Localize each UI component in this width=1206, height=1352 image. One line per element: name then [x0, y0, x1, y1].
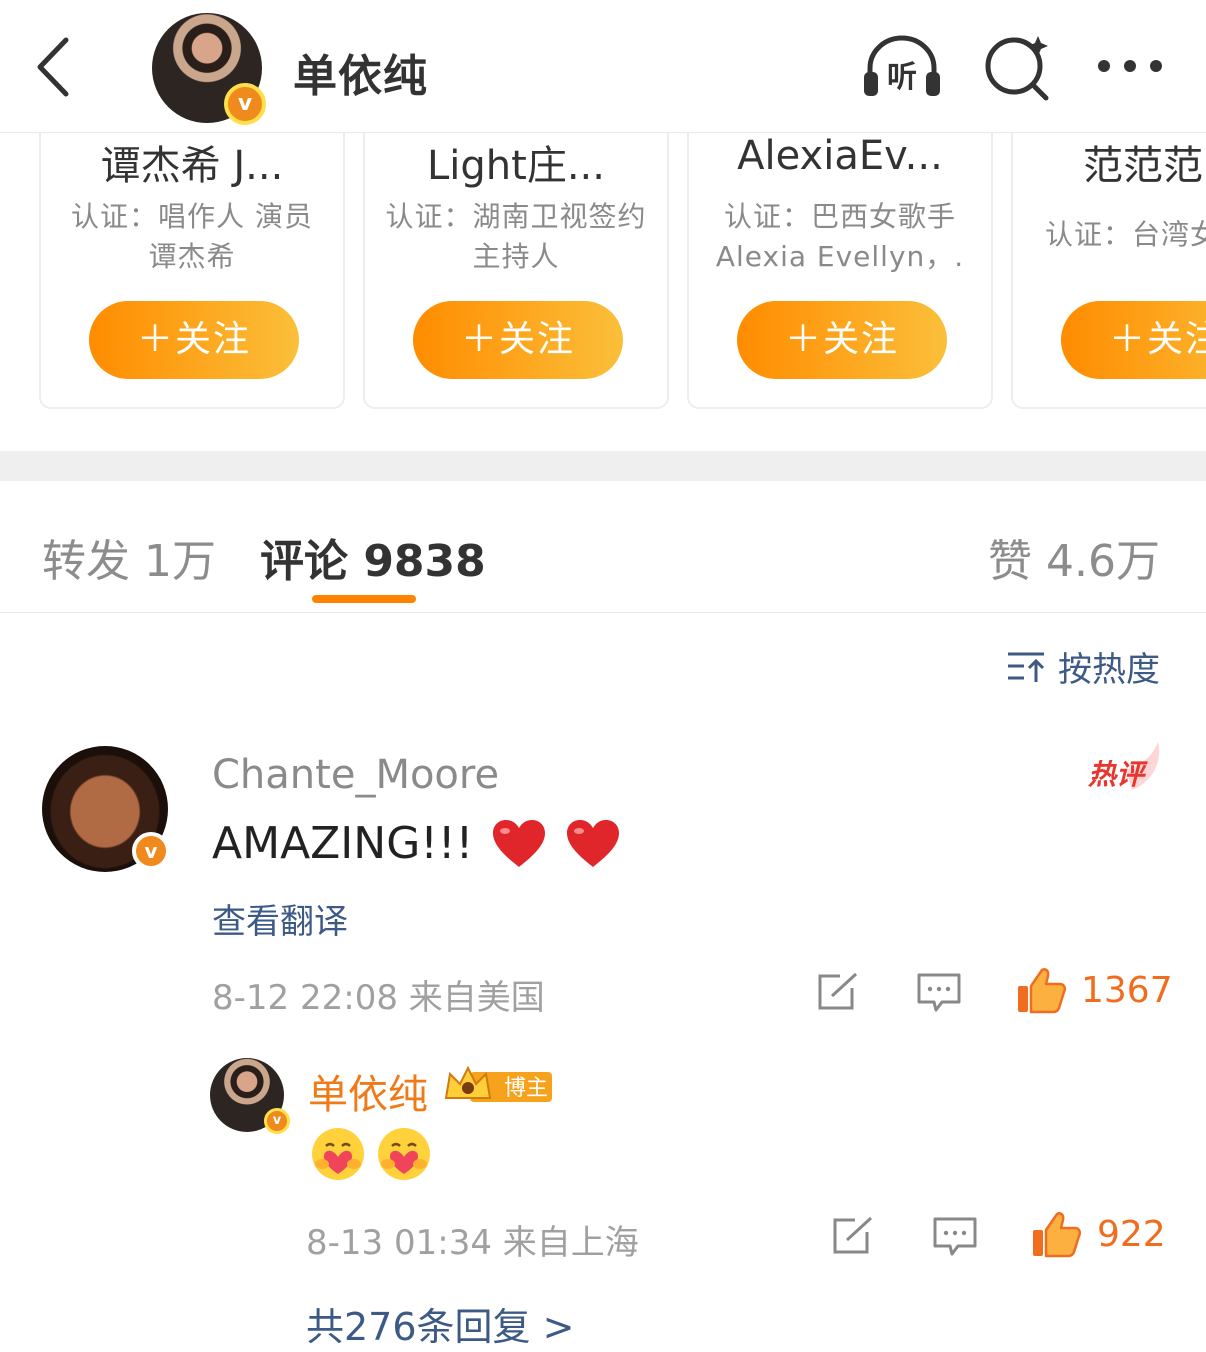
card-cert: 认证：台湾女: [1045, 218, 1206, 251]
card-name: 范范范: [1083, 143, 1203, 189]
hot-tag-label: 热评: [1087, 758, 1148, 791]
verified-badge-icon: v: [224, 83, 266, 125]
tab-bar: 转发 1万 评论 9838 赞 4.6万: [0, 481, 1206, 613]
hug-face-emoji-icon: [378, 1128, 430, 1180]
top-nav-bar: v 单依纯 听: [0, 0, 1206, 133]
blogger-badge: 博主: [444, 1065, 552, 1102]
page-title: 单依纯: [293, 51, 428, 102]
reply-icon[interactable]: [916, 972, 962, 1014]
card-cert: 认证：唱作人 演员 谭杰希: [71, 200, 313, 273]
recommend-card[interactable]: 范范范 认证：台湾女 ＋关注: [1011, 133, 1206, 409]
listen-icon[interactable]: 听: [860, 30, 944, 102]
verified-badge-icon: v: [132, 832, 170, 870]
like-count: 922: [1097, 1214, 1166, 1255]
share-icon[interactable]: [816, 972, 860, 1012]
translate-link[interactable]: 查看翻译: [212, 894, 348, 943]
listen-label: 听: [887, 60, 917, 95]
card-cert: 认证：湖南卫视签约主持人: [385, 200, 647, 273]
card-cert: 认证：巴西女歌手 Alexia Evellyn，.: [715, 200, 965, 273]
sort-button[interactable]: 按热度: [1006, 642, 1160, 691]
red-heart-icon: [567, 819, 620, 867]
replier-name[interactable]: 单依纯: [308, 1062, 428, 1120]
recommend-card-strip[interactable]: 谭杰希 J... 认证：唱作人 演员 谭杰希 ＋关注 Light庄... 认证：…: [0, 133, 1206, 451]
comment-meta: 8-12 22:08 来自美国: [212, 978, 545, 1018]
follow-button[interactable]: ＋关注: [737, 301, 947, 379]
view-all-replies-link[interactable]: 共276条回复 >: [306, 1296, 574, 1351]
search-icon[interactable]: [980, 30, 1064, 102]
follow-button[interactable]: ＋关注: [413, 301, 623, 379]
back-icon[interactable]: [30, 34, 80, 100]
hot-comment-tag: 热评: [1087, 742, 1160, 791]
like-icon[interactable]: [1031, 1210, 1081, 1258]
commenter-name[interactable]: Chante_Moore: [212, 752, 499, 798]
replier-avatar[interactable]: v: [210, 1058, 290, 1134]
card-name: AlexiaEv...: [737, 133, 943, 179]
author-avatar[interactable]: v: [152, 13, 266, 125]
commenter-avatar[interactable]: v: [42, 746, 170, 872]
card-name: 谭杰希 J...: [100, 143, 284, 189]
more-icon[interactable]: [1090, 30, 1174, 102]
like-icon[interactable]: [1016, 966, 1066, 1014]
recommend-card[interactable]: 谭杰希 J... 认证：唱作人 演员 谭杰希 ＋关注: [39, 133, 345, 409]
sort-label: 按热度: [1058, 650, 1160, 690]
recommend-card[interactable]: Light庄... 认证：湖南卫视签约主持人 ＋关注: [363, 133, 669, 409]
reply-meta: 8-13 01:34 来自上海: [306, 1223, 639, 1263]
share-icon[interactable]: [831, 1216, 875, 1256]
red-heart-icon: [493, 819, 546, 867]
follow-button[interactable]: ＋关注: [89, 301, 299, 379]
hug-face-emoji-icon: [312, 1128, 364, 1180]
tab-comment[interactable]: 评论 9838: [260, 525, 486, 589]
tab-like[interactable]: 赞 4.6万: [988, 525, 1160, 589]
card-name: Light庄...: [427, 143, 605, 189]
comment-text: AMAZING!!!: [212, 818, 621, 869]
comment-body: AMAZING!!!: [212, 818, 474, 869]
tab-repost[interactable]: 转发 1万: [42, 525, 216, 589]
recommend-card[interactable]: AlexiaEv... 认证：巴西女歌手 Alexia Evellyn，. ＋关…: [687, 133, 993, 409]
active-tab-indicator: [312, 595, 416, 603]
verified-badge-icon: v: [264, 1108, 290, 1134]
like-count: 1367: [1081, 970, 1173, 1011]
section-divider: [0, 451, 1206, 481]
follow-button[interactable]: ＋关注: [1061, 301, 1206, 379]
reply-icon[interactable]: [932, 1216, 978, 1258]
blogger-badge-label: 博主: [504, 1076, 548, 1101]
sort-icon: [1008, 652, 1045, 682]
